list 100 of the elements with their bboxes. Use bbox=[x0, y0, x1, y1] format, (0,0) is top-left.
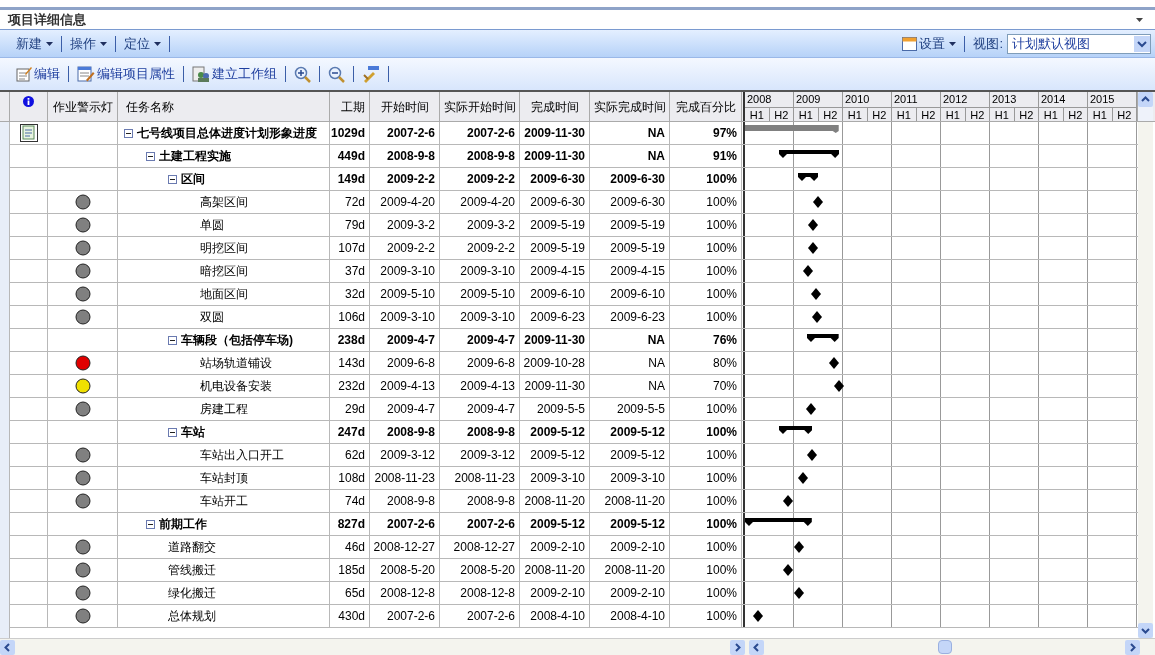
column-header[interactable]: 完成时间 bbox=[520, 92, 590, 121]
table-cell-text: NA bbox=[648, 378, 665, 395]
menu-button[interactable]: 定位 bbox=[124, 33, 161, 54]
scroll-left-icon[interactable] bbox=[0, 639, 15, 655]
toolbar-button[interactable]: 建立工作组 bbox=[192, 64, 277, 84]
table-cell-text: 2009-2-10 bbox=[610, 585, 665, 602]
table-cell-text: 2007-2-6 bbox=[386, 516, 435, 533]
table-cell-text: 2009-4-13 bbox=[460, 378, 515, 395]
edit-icon bbox=[16, 66, 32, 82]
table-cell-text: 2008-12-27 bbox=[373, 539, 435, 556]
group-icon bbox=[192, 65, 210, 83]
table-cell-text: 2009-2-10 bbox=[530, 539, 585, 556]
table-cell-text: 100% bbox=[706, 470, 737, 487]
table-cell-text: 72d bbox=[344, 194, 365, 211]
table-cell-text: 2008-11-20 bbox=[524, 493, 585, 510]
column-header[interactable]: 实际开始时间 bbox=[440, 92, 520, 121]
milestone-icon bbox=[810, 288, 821, 300]
menu-button[interactable]: 新建 bbox=[16, 33, 53, 54]
table-cell-text: 2009-5-10 bbox=[460, 286, 515, 303]
column-header[interactable]: 开始时间 bbox=[370, 92, 440, 121]
year-header: 2014 bbox=[1040, 92, 1067, 107]
table-cell-text: 2009-3-12 bbox=[380, 447, 435, 464]
column-header[interactable]: 完成百分比 bbox=[670, 92, 742, 121]
collapse-icon[interactable] bbox=[124, 128, 133, 138]
collapse-icon[interactable] bbox=[146, 151, 155, 161]
collapse-icon[interactable] bbox=[146, 519, 155, 529]
tools-button[interactable] bbox=[362, 65, 380, 83]
task-name: 管线搬迁 bbox=[168, 562, 216, 579]
task-name: 车站出入口开工 bbox=[200, 447, 284, 464]
task-name: 双圆 bbox=[200, 309, 224, 326]
zoom-in-icon bbox=[294, 65, 311, 83]
table-cell-text: 100% bbox=[706, 516, 737, 533]
scroll-right-icon[interactable] bbox=[730, 639, 745, 655]
half-year-header: H2 bbox=[773, 108, 790, 121]
table-cell-text: 100% bbox=[706, 240, 737, 257]
half-year-header: H2 bbox=[969, 108, 986, 121]
table-cell-text: 2008-4-10 bbox=[530, 608, 585, 625]
table-cell-text: NA bbox=[648, 355, 665, 372]
scroll-up-icon[interactable] bbox=[1138, 92, 1153, 107]
table-cell-text: 2009-3-12 bbox=[460, 447, 515, 464]
scroll-right-icon[interactable] bbox=[1125, 639, 1140, 655]
zoom-out-button[interactable] bbox=[328, 65, 345, 83]
table-cell-text: 2007-2-6 bbox=[386, 608, 435, 625]
table-cell-text: 2009-6-30 bbox=[530, 171, 585, 188]
view-label: 视图: bbox=[973, 34, 1003, 53]
panel-title: 项目详细信息 bbox=[8, 10, 86, 29]
table-cell-text: 2009-5-12 bbox=[610, 447, 665, 464]
milestone-icon bbox=[803, 265, 814, 277]
collapse-icon[interactable] bbox=[168, 427, 177, 437]
table-cell-text: 2009-2-2 bbox=[386, 171, 435, 188]
gantt-summary-bar bbox=[798, 173, 819, 181]
table-cell-text: 2009-4-20 bbox=[460, 194, 515, 211]
table-cell-text: 2008-11-23 bbox=[454, 470, 515, 487]
scroll-left-icon[interactable] bbox=[749, 639, 764, 655]
table-cell-text: 2007-2-6 bbox=[386, 125, 435, 142]
table-cell-text: 2009-5-19 bbox=[610, 240, 665, 257]
column-header[interactable]: 作业警示灯 bbox=[48, 92, 118, 121]
table-cell-text: 449d bbox=[337, 148, 365, 165]
table-cell-text: 2009-3-10 bbox=[460, 263, 515, 280]
table-cell-text: 238d bbox=[337, 332, 365, 349]
collapse-icon[interactable] bbox=[168, 335, 177, 345]
milestone-icon bbox=[783, 564, 794, 576]
table-cell-text: 2009-4-13 bbox=[380, 378, 435, 395]
table-cell-text: 2009-5-19 bbox=[530, 240, 585, 257]
column-header[interactable]: 任务名称 bbox=[118, 92, 330, 121]
table-cell-text: 100% bbox=[706, 493, 737, 510]
table-cell-text: 232d bbox=[338, 378, 365, 395]
column-header[interactable]: 工期 bbox=[330, 92, 370, 121]
zoom-in-button[interactable] bbox=[294, 65, 311, 83]
table-cell-text: 2008-5-20 bbox=[460, 562, 515, 579]
table-cell-text: 2009-3-2 bbox=[466, 217, 515, 234]
table-cell-text: 2009-5-12 bbox=[530, 447, 585, 464]
table-cell-text: 2009-3-10 bbox=[460, 309, 515, 326]
table-cell-text: 2008-12-8 bbox=[460, 585, 515, 602]
view-select[interactable]: 计划默认视图 bbox=[1007, 33, 1151, 54]
collapse-icon[interactable] bbox=[168, 174, 177, 184]
task-name: 七号线项目总体进度计划形象进度 bbox=[137, 125, 317, 142]
table-cell-text: 2009-5-19 bbox=[610, 217, 665, 234]
table-cell-text: 97% bbox=[712, 125, 737, 142]
table-cell-text: 2008-9-8 bbox=[386, 424, 435, 441]
table-cell-text: 2009-5-10 bbox=[380, 286, 435, 303]
task-name: 车站开工 bbox=[200, 493, 248, 510]
half-year-header: H1 bbox=[990, 108, 1015, 121]
table-cell-text: 2008-4-10 bbox=[610, 608, 665, 625]
gantt-summary-bar bbox=[778, 150, 839, 158]
table-cell-text: 2009-6-8 bbox=[386, 355, 435, 372]
milestone-icon bbox=[794, 541, 805, 553]
info-icon bbox=[23, 96, 34, 107]
table-cell-text: 2009-6-10 bbox=[610, 286, 665, 303]
toolbar-button[interactable]: 编辑 bbox=[16, 64, 60, 84]
table-cell-text: NA bbox=[647, 332, 665, 349]
scroll-thumb[interactable] bbox=[937, 640, 952, 654]
table-cell-text: 2009-4-7 bbox=[386, 332, 435, 349]
table-cell-text: 149d bbox=[337, 171, 365, 188]
scroll-down-icon[interactable] bbox=[1138, 623, 1153, 638]
column-header[interactable]: 实际完成时间 bbox=[590, 92, 670, 121]
toolbar-button[interactable]: 编辑项目属性 bbox=[77, 64, 175, 84]
settings-button[interactable]: 设置 bbox=[902, 33, 957, 54]
caret-icon bbox=[949, 41, 957, 46]
menu-button[interactable]: 操作 bbox=[70, 33, 107, 54]
